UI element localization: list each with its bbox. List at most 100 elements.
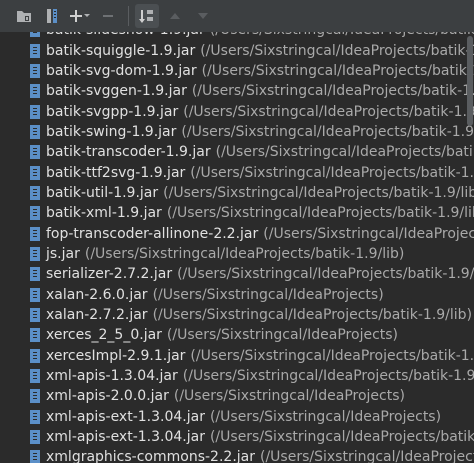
library-path: (/Users/Sixstringcal/IdeaProjects/batik-… bbox=[209, 429, 474, 446]
library-name: xml-apis-2.0.0.jar bbox=[46, 388, 169, 405]
library-name: fop-transcoder-allinone-2.2.jar bbox=[46, 225, 259, 242]
sort-alphabetically-icon bbox=[139, 10, 153, 23]
list-item[interactable]: fop-transcoder-allinone-2.2.jar (/Users/S… bbox=[0, 223, 474, 243]
list-item[interactable]: batik-svgpp-1.9.jar (/Users/Sixstringcal/… bbox=[0, 101, 474, 121]
move-down-icon bbox=[198, 13, 208, 19]
move-up-icon bbox=[170, 13, 180, 19]
vertical-scrollbar[interactable] bbox=[466, 32, 474, 463]
list-item[interactable]: xml-apis-2.0.0.jar (/Users/Sixstringcal/I… bbox=[0, 386, 474, 406]
list-item[interactable]: xml-apis-1.3.04.jar (/Users/Sixstringcal/… bbox=[0, 366, 474, 386]
jar-file-icon bbox=[30, 450, 40, 463]
move-down-button[interactable] bbox=[191, 4, 215, 28]
list-item[interactable]: batik-svggen-1.9.jar (/Users/Sixstringcal… bbox=[0, 81, 474, 101]
list-item[interactable]: batik-util-1.9.jar (/Users/Sixstringcal/I… bbox=[0, 183, 474, 203]
jar-file-icon bbox=[30, 307, 40, 322]
library-jar-icon bbox=[47, 9, 57, 23]
add-library-folder-button[interactable] bbox=[12, 4, 36, 28]
add-button[interactable] bbox=[68, 4, 92, 28]
jar-file-icon bbox=[30, 328, 40, 343]
library-name: batik-util-1.9.jar bbox=[46, 184, 159, 201]
list-item[interactable]: serializer-2.7.2.jar (/Users/Sixstringcal… bbox=[0, 264, 474, 284]
jar-file-icon bbox=[30, 287, 40, 302]
library-list[interactable]: batik-slideshow-1.9.jar(/Users/Sixstring… bbox=[0, 20, 474, 463]
jar-file-icon bbox=[30, 124, 40, 139]
list-item[interactable]: xalan-2.6.0.jar (/Users/Sixstringcal/Idea… bbox=[0, 284, 474, 304]
list-item[interactable]: xmlgraphics-commons-2.2.jar (/Users/Sixst… bbox=[0, 447, 474, 463]
list-item[interactable]: xml-apis-ext-1.3.04.jar (/Users/Sixstring… bbox=[0, 407, 474, 427]
library-path: (/Users/Sixstringcal/IdeaProjects/batik-… bbox=[163, 184, 474, 201]
library-path: (/Users/Sixstringcal/IdeaProjects/batik-… bbox=[166, 205, 474, 222]
jar-file-icon bbox=[30, 206, 40, 221]
list-item[interactable]: batik-swing-1.9.jar (/Users/Sixstringcal/… bbox=[0, 122, 474, 142]
jar-file-icon bbox=[30, 165, 40, 180]
toolbar-separator bbox=[128, 6, 129, 26]
library-name: batik-squiggle-1.9.jar bbox=[46, 42, 196, 59]
library-name: batik-svgpp-1.9.jar bbox=[46, 103, 179, 120]
library-name: xalan-2.6.0.jar bbox=[46, 286, 148, 303]
library-path: (/Users/Sixstringcal/IdeaProjects/batik-… bbox=[181, 123, 474, 140]
library-path: (/Users/Sixstringcal/IdeaProjects/batik-… bbox=[191, 83, 474, 100]
list-item[interactable]: xalan-2.7.2.jar (/Users/Sixstringcal/Idea… bbox=[0, 305, 474, 325]
library-name: xml-apis-ext-1.3.04.jar bbox=[46, 408, 205, 425]
jar-file-icon bbox=[30, 104, 40, 119]
library-path: (/Users/Sixstringcal/IdeaProjects/batik-… bbox=[182, 368, 474, 385]
sort-alphabetically-button[interactable] bbox=[135, 4, 159, 28]
library-name: batik-transcoder-1.9.jar bbox=[46, 144, 211, 161]
list-item[interactable]: batik-transcoder-1.9.jar (/Users/Sixstrin… bbox=[0, 142, 474, 162]
library-name: serializer-2.7.2.jar bbox=[46, 266, 173, 283]
library-name: batik-ttf2svg-1.9.jar bbox=[46, 164, 186, 181]
jar-file-icon bbox=[30, 389, 40, 404]
library-name: batik-swing-1.9.jar bbox=[46, 123, 177, 140]
library-path: (/Users/Sixstringcal/IdeaProjects/batik-… bbox=[183, 103, 474, 120]
jar-file-icon bbox=[30, 43, 40, 58]
library-path: (/Users/Sixstringcal/IdeaProjects/batik-… bbox=[84, 245, 405, 262]
library-path: (/Users/Sixstringcal/IdeaProjects/batik-… bbox=[177, 266, 474, 283]
library-path: (/Users/Sixstringcal/IdeaProjects) bbox=[263, 225, 474, 242]
library-jar-button[interactable] bbox=[40, 4, 64, 28]
library-path: (/Users/Sixstringcal/IdeaProjects/batik-… bbox=[190, 347, 474, 364]
library-path: (/Users/Sixstringcal/IdeaProjects) bbox=[152, 286, 384, 303]
list-item[interactable]: batik-xml-1.9.jar (/Users/Sixstringcal/Id… bbox=[0, 203, 474, 223]
jar-file-icon bbox=[30, 348, 40, 363]
remove-icon bbox=[103, 15, 113, 17]
library-name: xml-apis-1.3.04.jar bbox=[46, 368, 178, 385]
library-path: (/Users/Sixstringcal/IdeaProjects/batik-… bbox=[200, 42, 474, 59]
add-icon bbox=[70, 10, 90, 22]
list-item[interactable]: batik-squiggle-1.9.jar (/Users/Sixstringc… bbox=[0, 40, 474, 60]
jar-file-icon bbox=[30, 409, 40, 424]
library-name: batik-svggen-1.9.jar bbox=[46, 83, 187, 100]
library-name: xerces_2_5_0.jar bbox=[46, 327, 162, 344]
library-path: (/Users/Sixstringcal/IdeaProjects/batik-… bbox=[201, 62, 474, 79]
list-item[interactable]: batik-ttf2svg-1.9.jar (/Users/Sixstringca… bbox=[0, 162, 474, 182]
library-path: (/Users/Sixstringcal/IdeaProjects/batik-… bbox=[190, 164, 474, 181]
list-item[interactable]: xercesImpl-2.9.1.jar (/Users/Sixstringcal… bbox=[0, 346, 474, 366]
library-name: xalan-2.7.2.jar bbox=[46, 306, 148, 323]
library-path: (/Users/Sixstringcal/IdeaProjects/batik-… bbox=[260, 449, 474, 463]
library-name: xmlgraphics-commons-2.2.jar bbox=[46, 449, 255, 463]
jar-file-icon bbox=[30, 145, 40, 160]
library-name: xercesImpl-2.9.1.jar bbox=[46, 347, 186, 364]
library-path: (/Users/Sixstringcal/IdeaProjects) bbox=[209, 408, 442, 425]
library-name: batik-svg-dom-1.9.jar bbox=[46, 62, 197, 79]
library-path: (/Users/Sixstringcal/IdeaProjects/batik-… bbox=[215, 144, 474, 161]
list-item[interactable]: xml-apis-ext-1.3.04.jar (/Users/Sixstring… bbox=[0, 427, 474, 447]
jar-file-icon bbox=[30, 226, 40, 241]
remove-button[interactable] bbox=[96, 4, 120, 28]
jar-file-icon bbox=[30, 246, 40, 261]
jar-file-icon bbox=[30, 267, 40, 282]
library-name: xml-apis-ext-1.3.04.jar bbox=[46, 429, 205, 446]
library-path: (/Users/Sixstringcal/IdeaProjects) bbox=[166, 327, 399, 344]
scrollbar-thumb[interactable] bbox=[467, 36, 473, 126]
library-name: batik-xml-1.9.jar bbox=[46, 205, 162, 222]
folder-library-icon bbox=[17, 11, 31, 22]
jar-file-icon bbox=[30, 63, 40, 78]
library-name: js.jar bbox=[46, 245, 80, 262]
list-item[interactable]: js.jar (/Users/Sixstringcal/IdeaProjects/… bbox=[0, 244, 474, 264]
jar-file-icon bbox=[30, 430, 40, 445]
library-toolbar bbox=[0, 0, 474, 32]
jar-file-icon bbox=[30, 84, 40, 99]
list-item[interactable]: xerces_2_5_0.jar (/Users/Sixstringcal/Ide… bbox=[0, 325, 474, 345]
list-item[interactable]: batik-svg-dom-1.9.jar (/Users/Sixstringca… bbox=[0, 61, 474, 81]
move-up-button[interactable] bbox=[163, 4, 187, 28]
library-path: (/Users/Sixstringcal/IdeaProjects) bbox=[173, 388, 405, 405]
